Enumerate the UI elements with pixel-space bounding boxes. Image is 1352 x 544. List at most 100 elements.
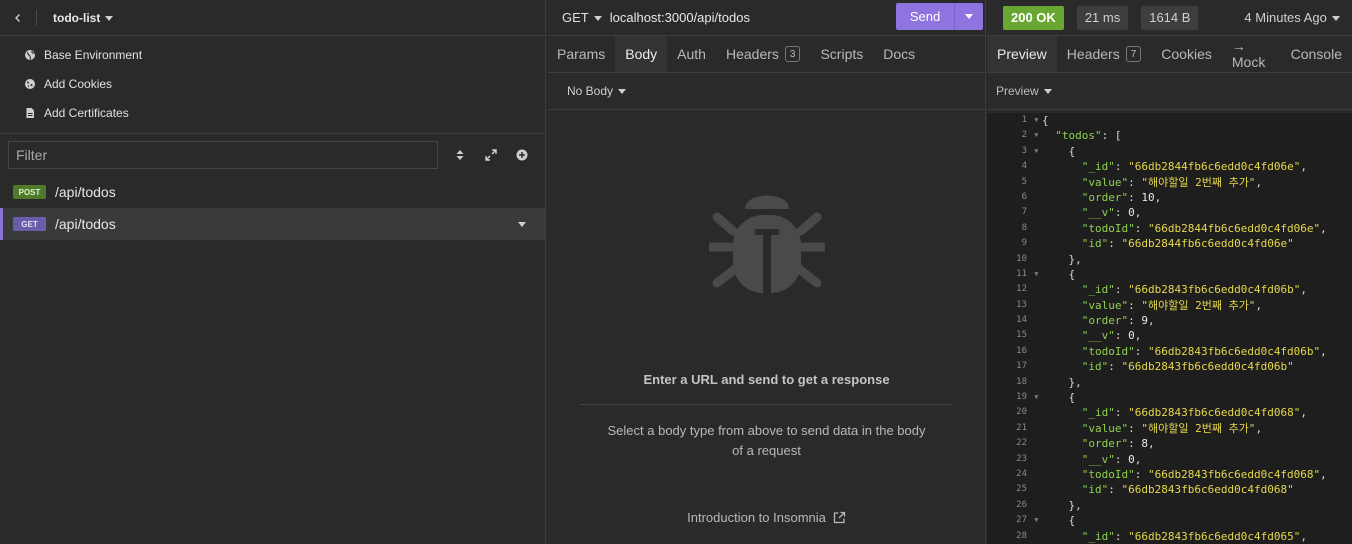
json-key: "value" <box>1081 175 1129 189</box>
url-input[interactable]: localhost:3000/api/todos <box>610 10 750 25</box>
fold-gutter <box>1030 482 1042 497</box>
code-text: "order": 9, <box>1081 314 1155 328</box>
fold-gutter <box>1030 436 1042 451</box>
tab-params[interactable]: Params <box>547 36 615 72</box>
line-number: 26 <box>1016 499 1027 510</box>
tab-preview[interactable]: Preview <box>987 36 1057 72</box>
method-badge: GET <box>13 217 46 231</box>
method-selector[interactable]: GET <box>547 10 602 25</box>
preview-mode-label: Preview <box>996 84 1039 98</box>
line-number: 21 <box>1016 422 1027 433</box>
fold-gutter <box>1030 498 1042 513</box>
json-string-value: "66db2843fb6c6edd0c4fd065" <box>1128 529 1301 543</box>
time-ago-label: 4 Minutes Ago <box>1244 10 1327 25</box>
code-text: { <box>1068 267 1076 281</box>
code-text: "value": "해야할일 2번째 추가", <box>1081 298 1263 312</box>
back-chevron-icon[interactable] <box>0 0 36 36</box>
tab-mock[interactable]: → Mock <box>1222 36 1281 72</box>
tab-label: → Mock <box>1231 38 1266 70</box>
code-text: "_id": "66db2843fb6c6edd0c4fd065", <box>1081 529 1307 543</box>
fold-gutter <box>1030 190 1042 205</box>
send-options-dropdown[interactable] <box>954 3 983 30</box>
response-body-viewer[interactable]: 1 ▼{2 ▼ "todos": [3 ▼ {4 "_id": "66db284… <box>987 113 1352 544</box>
sidebar-header: todo-list <box>0 0 545 36</box>
code-line: 20 "_id": "66db2843fb6c6edd0c4fd068", <box>987 405 1352 420</box>
fold-chevron-icon[interactable]: ▼ <box>1030 128 1042 143</box>
request-item-post[interactable]: POST /api/todos <box>0 176 545 208</box>
filter-actions <box>444 149 537 161</box>
tab-auth[interactable]: Auth <box>667 36 716 72</box>
code-text: { <box>1068 514 1076 528</box>
line-number: 10 <box>1016 253 1027 264</box>
line-number: 14 <box>1016 315 1027 326</box>
fold-chevron-icon[interactable]: ▼ <box>1030 513 1042 528</box>
line-number: 19 <box>1016 392 1027 403</box>
tab-scripts[interactable]: Scripts <box>810 36 873 72</box>
json-key: "_id" <box>1081 406 1115 420</box>
filter-input[interactable] <box>8 141 438 169</box>
code-line: 2 ▼ "todos": [ <box>987 128 1352 143</box>
fold-chevron-icon[interactable]: ▼ <box>1030 390 1042 405</box>
code-text: "value": "해야할일 2번째 추가", <box>1081 421 1263 435</box>
introduction-link[interactable]: Introduction to Insomnia <box>547 510 986 525</box>
fold-gutter <box>1030 313 1042 328</box>
code-line: 13 "value": "해야할일 2번째 추가", <box>987 298 1352 313</box>
fold-gutter <box>1030 405 1042 420</box>
line-number: 20 <box>1016 407 1027 418</box>
tab-label: Docs <box>883 46 916 62</box>
json-number-value: 0 <box>1128 206 1135 220</box>
json-string-value: "66db2843fb6c6edd0c4fd068" <box>1128 406 1301 420</box>
add-certificates-link[interactable]: Add Certificates <box>0 98 545 127</box>
tab-body[interactable]: Body <box>615 36 668 72</box>
preview-mode-selector[interactable]: Preview <box>987 73 1352 110</box>
fold-gutter <box>1030 467 1042 482</box>
code-line: 1 ▼{ <box>987 113 1352 128</box>
tab-cookies[interactable]: Cookies <box>1151 36 1222 72</box>
expand-icon[interactable] <box>475 149 506 161</box>
line-number: 9 <box>1021 238 1027 249</box>
json-number-value: 0 <box>1128 452 1135 466</box>
divider <box>580 404 953 405</box>
json-number-value: 8 <box>1141 437 1148 451</box>
line-number: 5 <box>1021 176 1027 187</box>
json-key: "todos" <box>1055 129 1102 143</box>
filter-row <box>0 134 545 176</box>
json-string-value: "66db2844fb6c6edd0c4fd06e" <box>1128 160 1301 174</box>
add-cookies-link[interactable]: Add Cookies <box>0 69 545 98</box>
fold-gutter <box>1030 252 1042 267</box>
tab-console[interactable]: Console <box>1281 36 1352 72</box>
add-circle-icon[interactable] <box>506 149 537 161</box>
json-string-value: "해야할일 2번째 추가" <box>1141 175 1256 189</box>
fold-chevron-icon[interactable]: ▼ <box>1030 144 1042 159</box>
json-key: "todoId" <box>1081 221 1135 235</box>
chevron-down-icon[interactable] <box>518 222 526 227</box>
sort-icon[interactable] <box>444 149 475 161</box>
body-type-selector[interactable]: No Body <box>547 73 985 110</box>
code-line: 23 "__v": 0, <box>987 452 1352 467</box>
code-text: "_id": "66db2843fb6c6edd0c4fd068", <box>1081 406 1307 420</box>
code-line: 14 "order": 9, <box>987 313 1352 328</box>
fold-chevron-icon[interactable]: ▼ <box>1030 267 1042 282</box>
tab-response-headers[interactable]: Headers 7 <box>1057 36 1151 72</box>
cookie-icon <box>24 78 36 90</box>
chevron-down-icon <box>1043 88 1052 94</box>
code-line: 24 "todoId": "66db2843fb6c6edd0c4fd068", <box>987 467 1352 482</box>
request-item-get[interactable]: GET /api/todos <box>0 208 545 240</box>
response-timestamp[interactable]: 4 Minutes Ago <box>1244 10 1340 25</box>
tab-headers[interactable]: Headers 3 <box>716 36 810 72</box>
json-key: "id" <box>1081 483 1109 497</box>
line-number: 1 <box>1021 115 1027 125</box>
code-text: { <box>1042 114 1049 127</box>
line-number: 4 <box>1021 161 1027 172</box>
base-environment-link[interactable]: Base Environment <box>0 40 545 69</box>
json-key: "__v" <box>1081 329 1115 343</box>
fold-chevron-icon[interactable]: ▼ <box>1030 113 1042 128</box>
project-selector[interactable]: todo-list <box>53 10 114 25</box>
tab-label: Body <box>625 46 658 62</box>
code-line: 6 "order": 10, <box>987 190 1352 205</box>
header-divider <box>36 9 37 26</box>
json-string-value: "해야할일 2번째 추가" <box>1141 421 1256 435</box>
tab-docs[interactable]: Docs <box>873 36 925 72</box>
chevron-down-icon <box>593 16 602 22</box>
send-button[interactable]: Send <box>896 3 983 30</box>
